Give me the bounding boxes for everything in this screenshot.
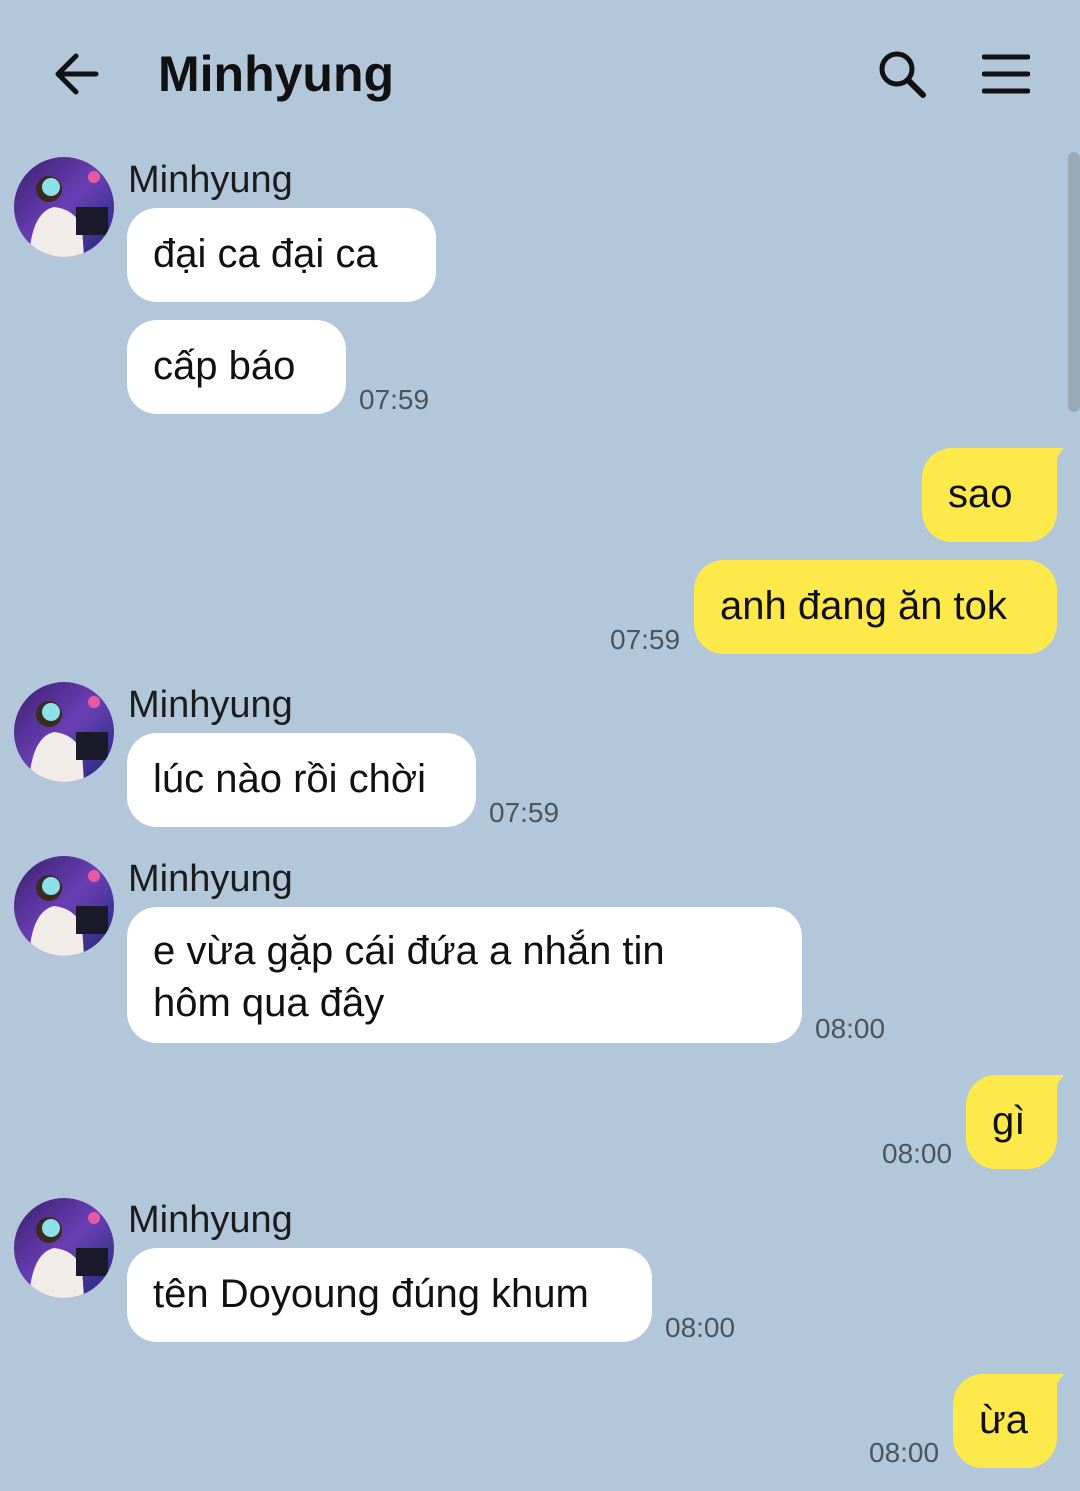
bubble-tail — [1040, 448, 1064, 472]
message-bubble[interactable]: cấp báo — [127, 320, 346, 414]
message-time: 08:00 — [869, 1437, 940, 1468]
message-time: 08:00 — [665, 1312, 736, 1343]
hamburger-menu-icon — [982, 54, 1030, 94]
avatar[interactable] — [14, 1198, 114, 1298]
sender-name: Minhyung — [128, 858, 293, 900]
back-button[interactable] — [44, 44, 108, 104]
message-bubble[interactable]: anh đang ăn tok — [694, 560, 1057, 654]
message-time: 08:00 — [882, 1138, 953, 1169]
message-time: 07:59 — [610, 624, 681, 655]
sender-name: Minhyung — [128, 684, 293, 726]
message-bubble[interactable]: tên Doyoung đúng khum — [127, 1248, 652, 1342]
scrollbar[interactable] — [1068, 152, 1080, 412]
avatar[interactable] — [14, 682, 114, 782]
message-time: 07:59 — [489, 797, 560, 828]
message-line: e vừa gặp cái đứa a nhắn tin — [153, 929, 665, 973]
message-bubble[interactable]: lúc nào rồi chời — [127, 733, 476, 827]
avatar[interactable] — [14, 856, 114, 956]
message-bubble[interactable]: đại ca đại ca — [127, 208, 436, 302]
search-button[interactable] — [870, 44, 934, 104]
menu-button[interactable] — [974, 44, 1038, 104]
message-time: 08:00 — [815, 1013, 886, 1044]
avatar[interactable] — [14, 157, 114, 257]
search-icon — [879, 51, 926, 98]
message-time: 07:59 — [359, 384, 430, 415]
chat-header: Minhyung — [0, 0, 1080, 150]
sender-name: Minhyung — [128, 1199, 293, 1241]
bubble-tail — [1040, 1374, 1064, 1398]
message-bubble[interactable]: sao — [922, 448, 1057, 542]
sender-name: Minhyung — [128, 159, 293, 201]
message-bubble[interactable]: e vừa gặp cái đứa a nhắn tin hôm qua đây — [127, 907, 802, 1043]
message-line: hôm qua đây — [153, 981, 385, 1025]
bubble-tail — [1040, 1075, 1064, 1099]
chat-title: Minhyung — [158, 46, 395, 102]
arrow-left-icon — [55, 53, 99, 95]
